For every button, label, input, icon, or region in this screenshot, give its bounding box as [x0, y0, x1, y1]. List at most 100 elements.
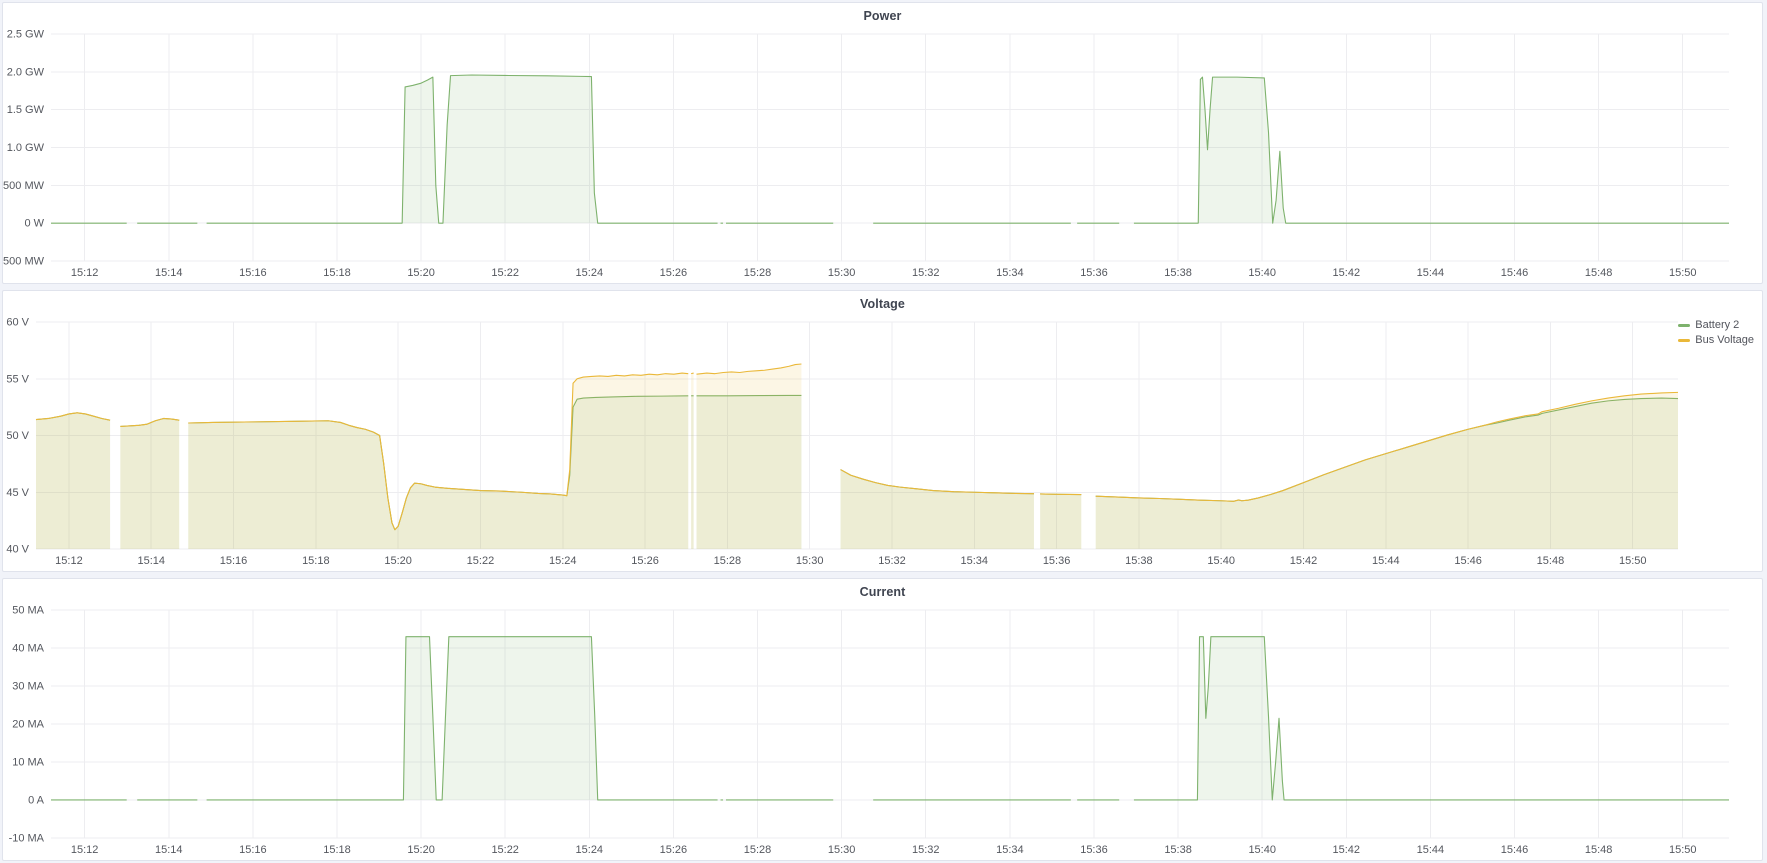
y-axis-tick-label: 1.5 GW	[7, 104, 45, 116]
panel-current: Current 50 MA40 MA30 MA20 MA10 MA0 A-10 …	[2, 578, 1763, 861]
series-area-bus-voltage	[120, 418, 179, 549]
series-area-power	[207, 75, 718, 223]
x-axis-tick-label: 15:26	[631, 555, 659, 567]
panel-voltage: Voltage 60 V55 V50 V45 V40 V15:1215:1415…	[2, 290, 1763, 572]
series-area-current	[1134, 637, 1729, 800]
x-axis-tick-label: 15:48	[1585, 267, 1613, 279]
voltage-legend: Battery 2 Bus Voltage	[1678, 319, 1754, 346]
voltage-chart[interactable]: 60 V 55 V 50 V 45 V 40 V 15:12 15:14 15:16 15:18…	[3, 291, 1762, 571]
x-axis-tick-label: 15:32	[878, 555, 906, 567]
x-axis-tick-label: 15:34	[996, 267, 1024, 279]
x-axis-tick-label: 15:12	[55, 555, 83, 567]
x-axis-tick-label: 15:16	[239, 267, 267, 279]
x-axis-tick-label: 15:34	[961, 555, 989, 567]
x-axis-tick-label: 15:48	[1537, 555, 1565, 567]
x-axis-tick-label: 15:46	[1501, 844, 1528, 856]
y-axis-tick-label: 1.0 GW	[7, 142, 45, 154]
x-axis-tick-label: 15:28	[744, 844, 771, 856]
legend-item-battery-2[interactable]: Battery 2	[1678, 319, 1754, 331]
x-axis-tick-label: 15:22	[467, 555, 495, 567]
y-axis-tick-label: 500 MW	[3, 180, 45, 192]
legend-color-dash	[1678, 339, 1690, 342]
x-axis-tick-label: 15:20	[384, 555, 412, 567]
x-axis-tick-label: 15:40	[1248, 844, 1275, 856]
x-axis-tick-label: 15:18	[323, 267, 351, 279]
x-axis-tick-label: 15:26	[660, 267, 688, 279]
x-axis-tick-label: 15:24	[576, 844, 603, 856]
x-axis-tick-label: 15:30	[796, 555, 824, 567]
x-axis-tick-label: 15:36	[1080, 267, 1108, 279]
x-axis-tick-label: 15:42	[1290, 555, 1318, 567]
x-axis-tick-label: 15:26	[660, 844, 687, 856]
x-axis-tick-label: 15:38	[1164, 844, 1191, 856]
x-axis-tick-label: 15:14	[155, 267, 183, 279]
series-area-bus-voltage	[697, 364, 802, 549]
x-axis-tick-label: 15:14	[155, 844, 182, 856]
y-axis-tick-label: 0 W	[24, 218, 44, 230]
x-axis-tick-label: 15:46	[1501, 267, 1529, 279]
series-area-bus-voltage	[1040, 494, 1081, 549]
x-axis-tick-label: 15:42	[1333, 844, 1360, 856]
x-axis-tick-label: 15:22	[491, 267, 519, 279]
x-axis-tick-label: 15:44	[1417, 844, 1444, 856]
x-axis-tick-label: 15:50	[1669, 267, 1697, 279]
legend-color-dash	[1678, 324, 1690, 327]
y-axis-tick-label: 40 V	[6, 544, 29, 556]
series-line-bus-voltage	[691, 373, 693, 374]
y-axis-tick-label: 50 MA	[12, 605, 44, 617]
x-axis-tick-label: 15:46	[1454, 555, 1482, 567]
series-area-bus-voltage	[691, 373, 693, 549]
panel-power: Power 2.5 GW2.0 GW1.5 GW1.0 GW500 MW0 W-…	[2, 2, 1763, 284]
x-axis-tick-label: 15:20	[407, 844, 434, 856]
x-axis-tick-label: 15:38	[1164, 267, 1192, 279]
x-axis-tick-label: 15:44	[1417, 267, 1445, 279]
x-axis-tick-label: 15:40	[1207, 555, 1235, 567]
x-axis-tick-label: 15:20	[407, 267, 435, 279]
series-area-bus-voltage	[1096, 392, 1678, 549]
x-axis-tick-label: 15:12	[71, 267, 99, 279]
x-axis-tick-label: 15:42	[1333, 267, 1361, 279]
y-axis-tick-label: 55 V	[6, 373, 29, 385]
x-axis-tick-label: 15:40	[1248, 267, 1276, 279]
legend-item-bus-voltage[interactable]: Bus Voltage	[1678, 334, 1754, 346]
legend-label: Battery 2	[1695, 319, 1739, 331]
x-axis-tick-label: 15:28	[714, 555, 742, 567]
y-axis-tick-label: -10 MA	[9, 832, 45, 844]
y-axis-tick-label: 45 V	[6, 487, 29, 499]
x-axis-tick-label: 15:30	[828, 844, 855, 856]
x-axis-tick-label: 15:36	[1080, 844, 1107, 856]
series-area-power	[1134, 77, 1729, 223]
x-axis-tick-label: 15:18	[323, 844, 350, 856]
x-axis-tick-label: 15:32	[912, 267, 940, 279]
x-axis-tick-label: 15:44	[1372, 555, 1400, 567]
x-axis-tick-label: 15:38	[1125, 555, 1153, 567]
y-axis-tick-label: 10 MA	[12, 756, 44, 768]
x-axis-tick-label: 15:14	[137, 555, 165, 567]
y-axis-tick-label: 2.0 GW	[7, 66, 45, 78]
y-axis-tick-label: 40 MA	[12, 643, 44, 655]
x-axis-tick-label: 15:48	[1585, 844, 1612, 856]
x-axis-tick-label: 15:28	[744, 267, 772, 279]
series-area-current	[207, 637, 718, 800]
y-axis-tick-label: -500 MW	[3, 256, 45, 268]
y-axis-tick-label: 20 MA	[12, 719, 44, 731]
x-axis-tick-label: 15:16	[220, 555, 248, 567]
y-axis-tick-label: 0 A	[28, 794, 45, 806]
y-axis-tick-label: 60 V	[6, 317, 29, 329]
x-axis-tick-label: 15:30	[828, 267, 856, 279]
series-area-bus-voltage	[188, 373, 688, 549]
x-axis-tick-label: 15:12	[71, 844, 98, 856]
x-axis-tick-label: 15:18	[302, 555, 330, 567]
x-axis-tick-label: 15:50	[1669, 844, 1696, 856]
x-axis-tick-label: 15:24	[576, 267, 604, 279]
x-axis-tick-label: 15:36	[1043, 555, 1071, 567]
y-axis-tick-label: 30 MA	[12, 681, 44, 693]
y-axis-tick-label: 2.5 GW	[7, 29, 45, 41]
power-chart[interactable]: 2.5 GW 2.0 GW 1.5 GW 1.0 GW 500 MW 0 W -500 MW…	[3, 3, 1762, 283]
current-chart[interactable]: 50 MA 40 MA 30 MA 20 MA 10 MA 0 A -10 MA 15:12 1…	[3, 579, 1762, 860]
x-axis-tick-label: 15:32	[912, 844, 939, 856]
x-axis-tick-label: 15:34	[996, 844, 1023, 856]
y-axis-tick-label: 50 V	[6, 430, 29, 442]
x-axis-tick-label: 15:22	[491, 844, 518, 856]
legend-label: Bus Voltage	[1695, 334, 1754, 346]
